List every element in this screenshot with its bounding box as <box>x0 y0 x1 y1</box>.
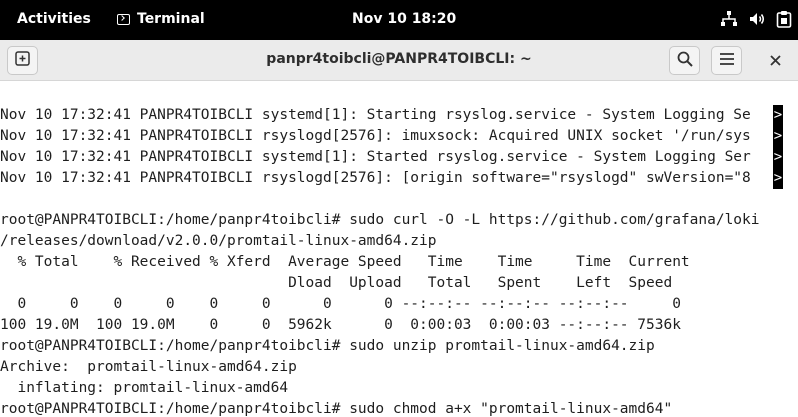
terminal-app-icon <box>117 13 130 25</box>
terminal-line: Dload Upload Total Spent Left Speed <box>0 275 673 291</box>
window-headerbar[interactable]: panpr4toibcli@PANPR4TOIBCLI: ~ <box>0 40 798 81</box>
terminal-line: Nov 10 17:32:41 PANPR4TOIBCLI systemd[1]… <box>0 107 751 123</box>
activities-button[interactable]: Activities <box>17 11 91 27</box>
terminal-line: Nov 10 17:32:41 PANPR4TOIBCLI systemd[1]… <box>0 149 751 165</box>
close-button[interactable] <box>760 46 790 75</box>
gnome-top-bar: Activities Terminal Nov 10 18:20 <box>0 0 798 40</box>
terminal-line: Nov 10 17:32:41 PANPR4TOIBCLI rsyslogd[2… <box>0 128 751 144</box>
terminal-line: 0 0 0 0 0 0 0 0 --:--:-- --:--:-- --:--:… <box>0 296 681 312</box>
line-overflow-marker: > <box>773 105 783 126</box>
network-icon[interactable] <box>720 10 738 28</box>
terminal-line: % Total % Received % Xferd Average Speed… <box>0 254 690 270</box>
close-icon <box>769 51 781 70</box>
terminal-line: root@PANPR4TOIBCLI:/home/panpr4toibcli# … <box>0 338 655 354</box>
hamburger-icon <box>719 51 735 70</box>
terminal-line: 100 19.0M 100 19.0M 0 0 5962k 0 0:00:03 … <box>0 317 681 333</box>
system-tray[interactable] <box>720 10 792 28</box>
terminal-line: root@PANPR4TOIBCLI:/home/panpr4toibcli# … <box>0 212 760 228</box>
clock[interactable]: Nov 10 18:20 <box>352 11 456 27</box>
line-overflow-marker: > <box>773 147 783 168</box>
new-tab-icon <box>15 51 30 70</box>
line-overflow-marker: > <box>773 168 783 189</box>
terminal-line: root@PANPR4TOIBCLI:/home/panpr4toibcli# … <box>0 401 673 417</box>
search-button[interactable] <box>669 46 700 75</box>
new-tab-button[interactable] <box>7 46 38 75</box>
main-menu-button[interactable] <box>711 46 742 75</box>
line-overflow-marker: > <box>773 126 783 147</box>
volume-icon[interactable] <box>748 10 766 28</box>
terminal-line: /releases/download/v2.0.0/promtail-linux… <box>0 233 437 249</box>
terminal-line: Nov 10 17:32:41 PANPR4TOIBCLI rsyslogd[2… <box>0 170 751 186</box>
app-menu-label: Terminal <box>137 11 205 27</box>
terminal-line: inflating: promtail-linux-amd64 <box>0 380 289 396</box>
clipboard-icon[interactable] <box>776 10 792 28</box>
search-icon <box>677 51 693 71</box>
terminal-lines: Nov 10 17:32:41 PANPR4TOIBCLI systemd[1]… <box>0 105 760 417</box>
terminal-output[interactable]: Nov 10 17:32:41 PANPR4TOIBCLI systemd[1]… <box>0 81 798 417</box>
app-menu[interactable]: Terminal <box>117 11 205 27</box>
terminal-line: Archive: promtail-linux-amd64.zip <box>0 359 297 375</box>
